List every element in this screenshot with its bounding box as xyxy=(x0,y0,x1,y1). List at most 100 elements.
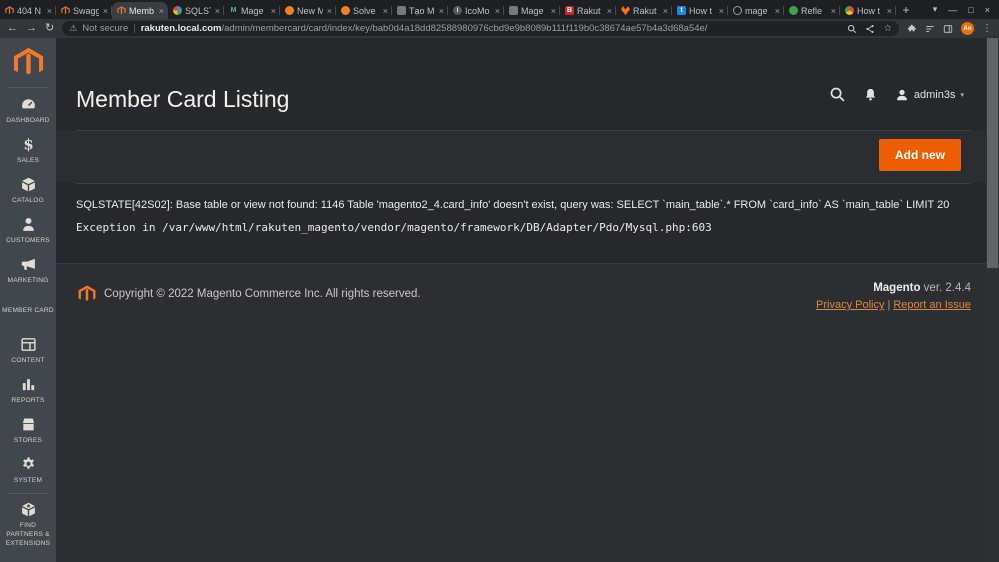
stores-icon xyxy=(20,416,37,433)
profile-avatar[interactable]: An xyxy=(961,22,974,35)
tab-close-icon[interactable]: × xyxy=(438,6,445,16)
marketing-icon xyxy=(20,256,37,273)
catalog-icon xyxy=(20,176,37,193)
user-icon xyxy=(896,89,907,100)
zoom-icon[interactable] xyxy=(847,24,857,34)
minimize-icon[interactable]: — xyxy=(948,5,957,15)
tab-title: IcoMo xyxy=(465,5,490,16)
tab-close-icon[interactable]: × xyxy=(46,6,53,16)
tab-close-icon[interactable]: × xyxy=(886,6,893,16)
magento-logo[interactable] xyxy=(13,47,44,78)
tab-close-icon[interactable]: × xyxy=(774,6,781,16)
extensions-icon[interactable] xyxy=(907,24,917,34)
tab-close-icon[interactable]: × xyxy=(550,6,557,16)
sidebar-item-sales[interactable]: $ SALES xyxy=(0,131,56,171)
url-path: /admin/membercard/card/index/key/bab0d4a… xyxy=(221,23,708,34)
sidebar-item-catalog[interactable]: CATALOG xyxy=(0,171,56,211)
window-controls: ▾ — □ × xyxy=(924,4,999,15)
tab-close-icon[interactable]: × xyxy=(270,6,277,16)
bookmark-star-icon[interactable]: ☆ xyxy=(883,23,892,34)
browser-tab[interactable]: Tạo M × xyxy=(392,2,448,19)
sidebar-item-label: CATALOG xyxy=(12,197,44,205)
sidebar-item-customers[interactable]: CUSTOMERS xyxy=(0,211,56,251)
tab-close-icon[interactable]: × xyxy=(326,6,333,16)
report-issue-link[interactable]: Report an Issue xyxy=(893,299,971,311)
forward-icon[interactable]: → xyxy=(26,23,37,34)
green-favicon-icon xyxy=(789,6,798,15)
tab-close-icon[interactable]: × xyxy=(830,6,837,16)
tab-title: Mage xyxy=(521,5,544,16)
back-icon[interactable]: ← xyxy=(7,23,18,34)
browser-tab[interactable]: Swagg × xyxy=(56,2,112,19)
browser-tab[interactable]: mage × xyxy=(728,2,784,19)
admin-footer: Copyright © 2022 Magento Commerce Inc. A… xyxy=(56,263,986,562)
user-menu[interactable]: admin3s ▾ xyxy=(895,88,964,102)
browser-tab[interactable]: Mage × xyxy=(504,2,560,19)
new-tab-button[interactable]: + xyxy=(896,3,916,17)
sidebar-item-label: CUSTOMERS xyxy=(6,237,50,245)
grid-toolbar: Add new xyxy=(56,131,986,183)
browser-tab[interactable]: Refle × xyxy=(784,2,840,19)
tab-close-icon[interactable]: × xyxy=(494,6,501,16)
admin-sidebar: DASHBOARD $ SALES CATALOG CUSTOMERS MARKETING… xyxy=(0,38,56,562)
sidebar-item-dashboard[interactable]: DASHBOARD xyxy=(0,91,56,131)
sidebar-item-reports[interactable]: REPORTS xyxy=(0,371,56,411)
system-icon xyxy=(20,456,37,473)
browser-tab[interactable]: B Rakut × xyxy=(560,2,616,19)
sidebar-item-system[interactable]: SYSTEM xyxy=(0,451,56,491)
browser-tab[interactable]: Memb × xyxy=(112,2,168,19)
browser-tab[interactable]: New M × xyxy=(280,2,336,19)
page-scrollbar[interactable] xyxy=(986,38,999,562)
tab-close-icon[interactable]: × xyxy=(718,6,725,16)
browser-tab[interactable]: How t × xyxy=(840,2,896,19)
tab-close-icon[interactable]: × xyxy=(214,6,221,16)
privacy-policy-link[interactable]: Privacy Policy xyxy=(816,299,884,311)
close-window-icon[interactable]: × xyxy=(985,5,990,15)
browser-tab[interactable]: M Mage × xyxy=(224,2,280,19)
find-partners-icon xyxy=(20,501,37,518)
side-panel-icon[interactable] xyxy=(943,24,953,34)
browser-tab[interactable]: t How t × xyxy=(672,2,728,19)
tab-search-caret-icon[interactable]: ▾ xyxy=(933,4,938,15)
maximize-icon[interactable]: □ xyxy=(968,5,973,15)
tab-close-icon[interactable]: × xyxy=(382,6,389,16)
reports-icon xyxy=(20,376,37,393)
sidebar-item-content[interactable]: CONTENT xyxy=(0,331,56,371)
tab-close-icon[interactable]: × xyxy=(662,6,669,16)
sidebar-item-stores[interactable]: STORES xyxy=(0,411,56,451)
grey-doc-favicon-icon xyxy=(509,6,518,15)
browser-tab[interactable]: SQLST× xyxy=(168,2,224,19)
notifications-bell-icon[interactable] xyxy=(863,87,878,102)
url-domain: rakuten.local.com xyxy=(140,23,222,34)
add-new-button[interactable]: Add new xyxy=(879,139,961,171)
svg-text:$: $ xyxy=(23,136,33,153)
address-bar[interactable]: ⚠ Not secure | rakuten.local.com/admin/m… xyxy=(62,21,899,36)
search-icon[interactable] xyxy=(829,86,846,103)
tab-title: mage xyxy=(745,5,768,16)
not-secure-warning-icon[interactable]: ⚠ xyxy=(69,23,77,34)
browser-tab[interactable]: 404 N × xyxy=(0,2,56,19)
sidebar-item-marketing[interactable]: MARKETING xyxy=(0,251,56,291)
version-number: ver. 2.4.4 xyxy=(920,282,971,294)
stackexchange-favicon-icon xyxy=(341,6,350,15)
share-icon[interactable] xyxy=(865,24,875,34)
scrollbar-thumb[interactable] xyxy=(987,38,998,268)
browser-tab[interactable]: Rakut × xyxy=(616,2,672,19)
browser-tab[interactable]: i IcoMo × xyxy=(448,2,504,19)
sidebar-item-find-partners[interactable]: FIND PARTNERS & EXTENSIONS xyxy=(0,497,56,553)
sidebar-item-label: SYSTEM xyxy=(13,477,43,485)
page-title: Member Card Listing xyxy=(76,86,290,112)
browser-tab[interactable]: Solve × xyxy=(336,2,392,19)
dashboard-icon xyxy=(20,96,37,113)
tab-title: How t xyxy=(689,5,713,16)
sidebar-item-member-card[interactable]: MEMBER CARD xyxy=(0,291,56,331)
tab-close-icon[interactable]: × xyxy=(606,6,613,16)
tab-title: 404 N xyxy=(17,5,42,16)
tab-close-icon[interactable]: × xyxy=(158,6,165,16)
reading-list-icon[interactable] xyxy=(925,24,935,34)
kebab-menu-icon[interactable]: ⋮ xyxy=(982,23,992,34)
sql-error-message: SQLSTATE[42S02]: Base table or view not … xyxy=(76,199,950,211)
reload-icon[interactable]: ↻ xyxy=(45,23,54,34)
tab-close-icon[interactable]: × xyxy=(102,6,109,16)
sidebar-item-label: STORES xyxy=(13,437,43,445)
